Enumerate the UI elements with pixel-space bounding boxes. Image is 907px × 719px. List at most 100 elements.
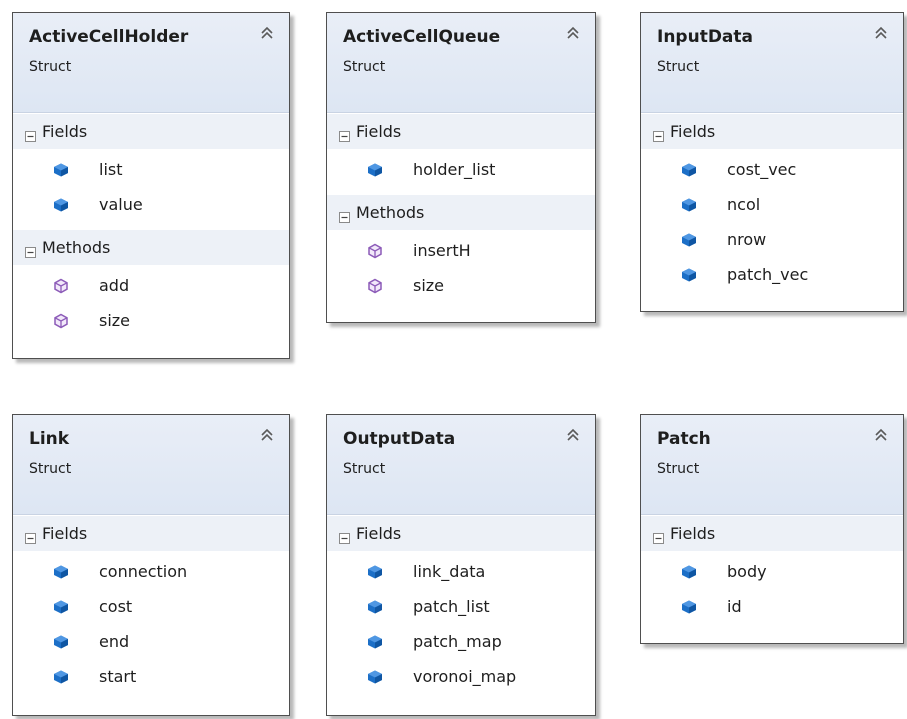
struct-header[interactable]: ActiveCellHolder Struct [13,13,289,113]
section-label: Fields [356,122,402,141]
section-toggle-button[interactable] [339,208,350,223]
section-label: Fields [42,524,88,543]
section-header[interactable]: Fields [641,113,903,149]
section-toggle-button[interactable] [25,243,36,258]
member-label: start [99,667,137,686]
section-header[interactable]: Fields [327,113,595,149]
field-icon [54,600,68,614]
member-label: size [413,276,445,295]
field-icon-wrapper [53,197,69,213]
collapse-struct-button[interactable] [873,427,889,443]
member-label: body [727,562,767,581]
section-header[interactable]: Fields [13,113,289,149]
section-label: Fields [670,524,716,543]
struct-name: ActiveCellHolder [29,27,189,47]
struct-name: Patch [657,429,711,449]
field-icon [368,635,382,649]
field-icon [682,233,696,247]
section-header[interactable]: Methods [13,229,289,265]
struct-name: OutputData [343,429,456,449]
member-label: connection [99,562,188,581]
struct-header[interactable]: InputData Struct [641,13,903,113]
member-item[interactable]: start [13,660,289,695]
member-item[interactable]: voronoi_map [327,660,595,695]
collapse-minus-icon [653,533,664,544]
field-icon-wrapper [53,162,69,178]
member-label: patch_list [413,597,490,616]
section-header[interactable]: Fields [327,515,595,551]
section-toggle-button[interactable] [653,127,664,142]
member-item[interactable]: size [327,269,595,304]
member-label: link_data [413,562,486,581]
member-item[interactable]: patch_list [327,590,595,625]
field-icon-wrapper [53,564,69,580]
section-toggle-button[interactable] [25,127,36,142]
field-icon-wrapper [681,267,697,283]
struct-kind: Struct [343,59,386,75]
section-toggle-button[interactable] [339,127,350,142]
collapse-struct-button[interactable] [873,25,889,41]
struct-header[interactable]: ActiveCellQueue Struct [327,13,595,113]
struct-box[interactable]: OutputData Struct Fields link_data patch_lis… [326,414,596,716]
field-icon-wrapper [681,197,697,213]
member-item[interactable]: insertH [327,234,595,269]
field-icon [54,163,68,177]
struct-box[interactable]: ActiveCellHolder Struct Fields list value Met… [12,12,290,359]
field-icon [54,635,68,649]
struct-box[interactable]: ActiveCellQueue Struct Fields holder_list Me… [326,12,596,323]
member-item[interactable]: cost_vec [641,153,903,188]
struct-name: ActiveCellQueue [343,27,501,47]
struct-kind: Struct [343,461,386,477]
member-item[interactable]: patch_map [327,625,595,660]
member-item[interactable]: ncol [641,188,903,223]
collapse-struct-button[interactable] [259,25,275,41]
struct-box[interactable]: Patch Struct Fields body id [640,414,904,644]
member-label: patch_map [413,632,502,651]
field-icon-wrapper [53,669,69,685]
section-header[interactable]: Methods [327,194,595,230]
member-item[interactable]: patch_vec [641,258,903,293]
field-icon-wrapper [367,564,383,580]
field-icon [368,163,382,177]
member-item[interactable]: add [13,269,289,304]
member-item[interactable]: id [641,590,903,625]
struct-box[interactable]: Link Struct Fields connection cost end start [12,414,290,716]
struct-header[interactable]: Link Struct [13,415,289,515]
struct-header[interactable]: Patch Struct [641,415,903,515]
member-item[interactable]: list [13,153,289,188]
method-icon-wrapper [53,278,69,294]
member-label: value [99,195,143,214]
section-toggle-button[interactable] [25,529,36,544]
member-item[interactable]: holder_list [327,153,595,188]
field-icon-wrapper [367,634,383,650]
collapse-struct-button[interactable] [259,427,275,443]
section-toggle-button[interactable] [339,529,350,544]
section-toggle-button[interactable] [653,529,664,544]
struct-kind: Struct [29,59,72,75]
struct-box[interactable]: InputData Struct Fields cost_vec ncol nrow pat… [640,12,904,312]
struct-header[interactable]: OutputData Struct [327,415,595,515]
struct-name: InputData [657,27,754,47]
member-item[interactable]: value [13,188,289,223]
member-item[interactable]: connection [13,555,289,590]
double-chevron-up-icon [567,26,579,39]
section-header[interactable]: Fields [641,515,903,551]
field-icon [368,670,382,684]
member-item[interactable]: nrow [641,223,903,258]
member-item[interactable]: body [641,555,903,590]
struct-name: Link [29,429,70,449]
field-icon [368,565,382,579]
field-icon-wrapper [681,232,697,248]
member-list: list value [13,149,289,229]
field-icon-wrapper [367,599,383,615]
section-header[interactable]: Fields [13,515,289,551]
collapse-struct-button[interactable] [565,25,581,41]
member-item[interactable]: end [13,625,289,660]
member-item[interactable]: size [13,304,289,339]
field-icon [54,198,68,212]
section-label: Fields [356,524,402,543]
collapse-struct-button[interactable] [565,427,581,443]
member-item[interactable]: cost [13,590,289,625]
member-item[interactable]: link_data [327,555,595,590]
member-label: insertH [413,241,471,260]
